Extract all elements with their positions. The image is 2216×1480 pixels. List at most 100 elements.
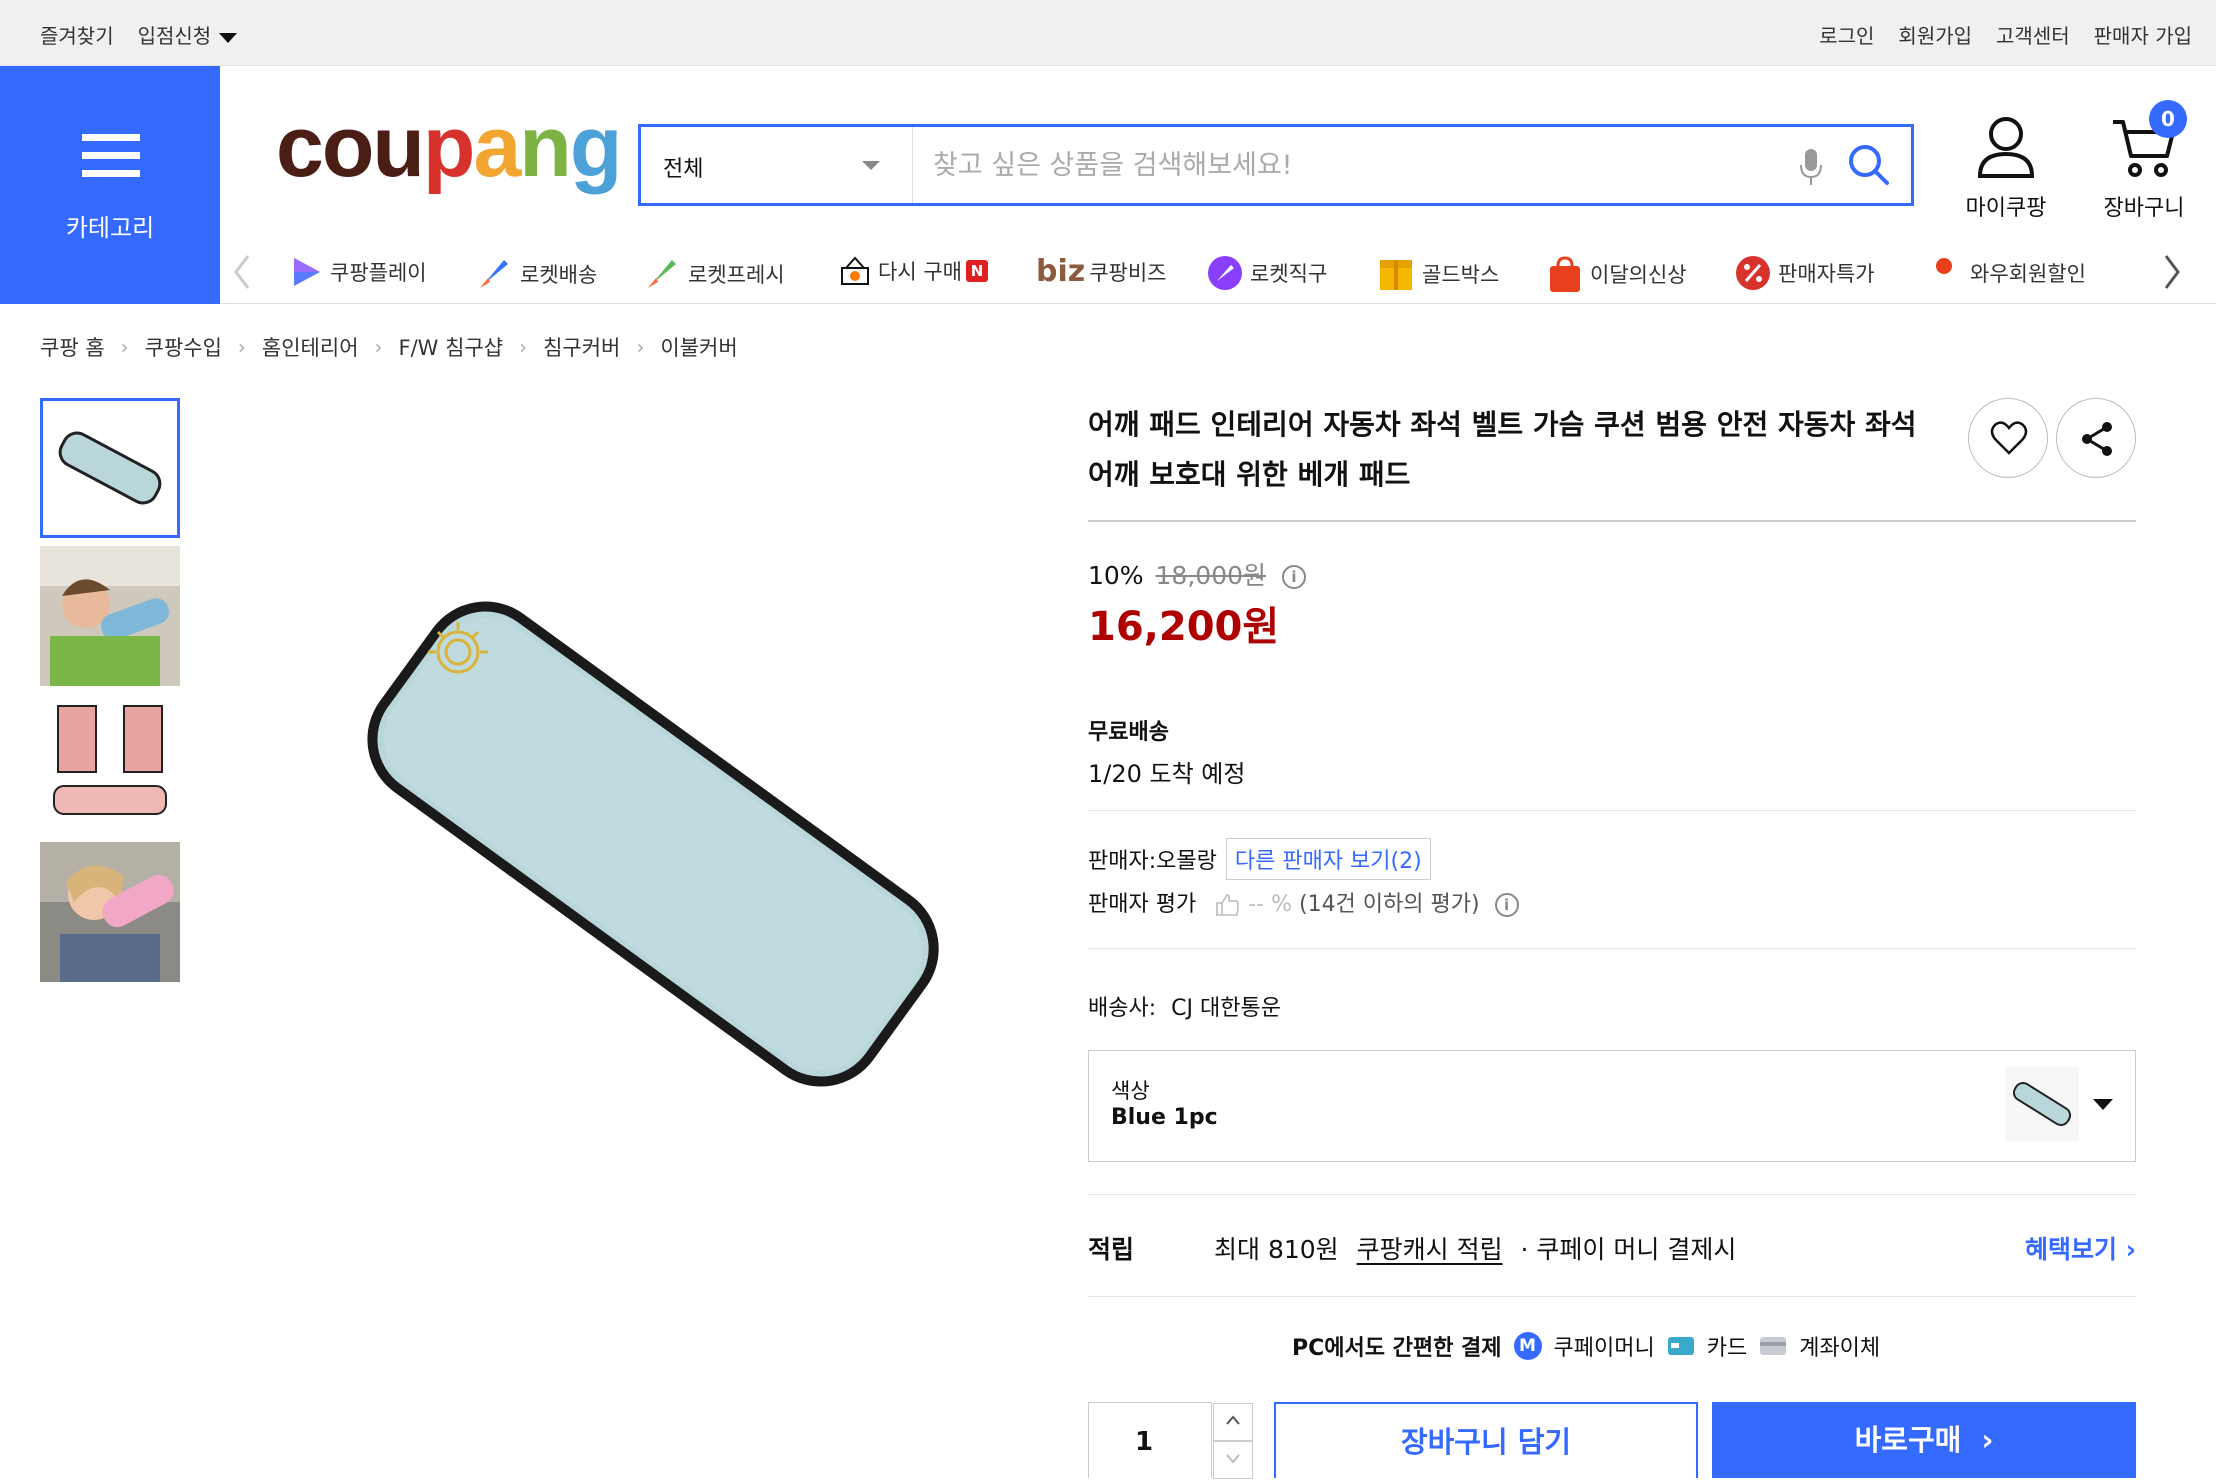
chevron-right-icon: › bbox=[237, 335, 246, 359]
breadcrumb-item[interactable]: 쿠팡수입 bbox=[145, 332, 222, 362]
thumbnail-3[interactable] bbox=[40, 694, 180, 834]
quantity-increase-button[interactable] bbox=[1213, 1403, 1253, 1441]
seller-prefix: 판매자: bbox=[1088, 849, 1157, 874]
bank-transfer-icon bbox=[1760, 1337, 1787, 1355]
wishlist-button[interactable] bbox=[1968, 398, 2048, 478]
thumbnail-2[interactable] bbox=[40, 546, 180, 686]
breadcrumb-item[interactable]: F/W 침구샵 bbox=[399, 332, 504, 362]
cart-button[interactable]: 0 장바구니 bbox=[2094, 100, 2194, 222]
original-price: 18,000원 bbox=[1155, 561, 1267, 590]
thumbnail-1[interactable] bbox=[40, 398, 180, 538]
quantity-value[interactable]: 1 bbox=[1089, 1427, 1213, 1457]
nav-item-wow-discount[interactable]: 와우회원할인 bbox=[1924, 254, 2086, 292]
option-label: 색상 bbox=[1111, 1079, 1150, 1103]
benefit-label: 혜택보기 bbox=[2024, 1235, 2117, 1264]
nav-item-coupang-play[interactable]: 쿠팡플레이 bbox=[288, 254, 427, 290]
option-value: Blue 1pc bbox=[1111, 1105, 1218, 1130]
info-icon[interactable]: i bbox=[1494, 893, 1519, 917]
pay-card-label: 카드 bbox=[1706, 1336, 1748, 1361]
chevron-right-icon: › bbox=[120, 335, 129, 359]
pillow-thumbnail-image bbox=[43, 401, 177, 535]
my-coupang-button[interactable]: 마이쿠팡 bbox=[1956, 116, 2056, 222]
nav-next-arrow-icon[interactable] bbox=[2160, 252, 2184, 292]
service-nav: 쿠팡플레이 로켓배송 로켓프레시 다시 구매 N biz 쿠팡비즈 로켓직구 골… bbox=[230, 246, 2216, 296]
reward-label: 적립 bbox=[1088, 1235, 1135, 1264]
nav-item-rocket-delivery[interactable]: 로켓배송 bbox=[474, 254, 597, 294]
percent-icon bbox=[1736, 256, 1770, 290]
cart-label: 장바구니 bbox=[2103, 196, 2185, 221]
benefit-view-link[interactable]: 혜택보기 › bbox=[2025, 1230, 2136, 1266]
section-divider bbox=[1088, 948, 2136, 949]
info-icon[interactable]: i bbox=[1281, 565, 1306, 589]
nav-item-label: 로켓직구 bbox=[1250, 262, 1328, 286]
reward-amount: 최대 810원 bbox=[1214, 1235, 1339, 1264]
caret-down-icon bbox=[219, 32, 238, 43]
card-icon bbox=[1667, 1337, 1694, 1355]
discount-row: 10% 18,000원 i bbox=[1088, 556, 1306, 592]
search-input[interactable] bbox=[933, 145, 1783, 185]
share-icon bbox=[2082, 422, 2112, 456]
microphone-icon[interactable] bbox=[1799, 147, 1823, 191]
new-bag-icon bbox=[1550, 256, 1580, 292]
seatbelt-pillow-image bbox=[367, 601, 939, 1087]
store-apply-menu[interactable]: 입점신청 bbox=[138, 20, 238, 49]
other-sellers-button[interactable]: 다른 판매자 보기(2) bbox=[1225, 838, 1431, 880]
goldbox-icon bbox=[1380, 260, 1412, 290]
shipping-label: 무료배송 bbox=[1088, 720, 1169, 745]
rocket-global-icon bbox=[1208, 256, 1242, 290]
search-category-value: 전체 bbox=[663, 157, 704, 182]
nav-item-label: 로켓배송 bbox=[520, 263, 598, 287]
pink-pillow-open-image bbox=[40, 694, 180, 834]
login-link[interactable]: 로그인 bbox=[1819, 20, 1874, 49]
new-badge: N bbox=[965, 260, 988, 282]
pay-money-label: 쿠페이머니 bbox=[1553, 1336, 1655, 1361]
nav-item-coupang-biz[interactable]: biz 쿠팡비즈 bbox=[1036, 254, 1167, 289]
customer-center-link[interactable]: 고객센터 bbox=[1996, 20, 2070, 49]
nav-item-rocket-fresh[interactable]: 로켓프레시 bbox=[642, 254, 785, 294]
nav-item-rocket-global[interactable]: 로켓직구 bbox=[1206, 254, 1327, 292]
main-product-image bbox=[296, 540, 1016, 1144]
nav-item-label: 판매자특가 bbox=[1778, 262, 1875, 286]
breadcrumb-item[interactable]: 홈인테리어 bbox=[262, 332, 359, 362]
breadcrumb-item[interactable]: 이불커버 bbox=[660, 332, 737, 362]
rocket-fresh-icon bbox=[648, 260, 676, 288]
coupang-logo[interactable]: coupang bbox=[276, 104, 622, 190]
share-button[interactable] bbox=[2056, 398, 2136, 478]
search-category-select[interactable]: 전체 bbox=[641, 127, 913, 203]
nav-item-goldbox[interactable]: 골드박스 bbox=[1376, 254, 1499, 294]
chevron-right-icon: › bbox=[2125, 1235, 2136, 1264]
quantity-decrease-button[interactable] bbox=[1213, 1441, 1253, 1479]
product-title: 어깨 패드 인테리어 자동차 좌석 벨트 가슴 쿠션 범용 안전 자동차 좌석 … bbox=[1088, 408, 1917, 491]
nav-item-label: 쿠팡비즈 bbox=[1089, 260, 1167, 285]
top-utility-bar: 즐겨찾기 입점신청 로그인 회원가입 고객센터 판매자 가입 bbox=[0, 0, 2216, 66]
store-apply-label: 입점신청 bbox=[137, 24, 212, 48]
nav-item-seller-deals[interactable]: 판매자특가 bbox=[1734, 254, 1875, 292]
signup-link[interactable]: 회원가입 bbox=[1898, 20, 1972, 49]
breadcrumb-item[interactable]: 쿠팡 홈 bbox=[40, 332, 105, 362]
add-to-cart-button[interactable]: 장바구니 담기 bbox=[1274, 1402, 1698, 1478]
nav-item-new-arrivals[interactable]: 이달의신상 bbox=[1546, 254, 1687, 294]
discount-rate: 10% bbox=[1088, 561, 1144, 590]
search-icon[interactable] bbox=[1847, 143, 1891, 191]
coupang-cash-link[interactable]: 쿠팡캐시 적립 bbox=[1357, 1235, 1503, 1264]
buy-now-button[interactable]: 바로구매 › bbox=[1712, 1402, 2136, 1478]
pay-bank-label: 계좌이체 bbox=[1799, 1336, 1881, 1361]
breadcrumb-item[interactable]: 침구커버 bbox=[543, 332, 620, 362]
seller-row: 판매자:오몰랑 다른 판매자 보기(2) bbox=[1088, 838, 1431, 880]
carrier-label: 배송사: bbox=[1088, 996, 1157, 1021]
chevron-right-icon: › bbox=[374, 335, 383, 359]
reward-detail: 최대 810원 쿠팡캐시 적립 · 쿠페이 머니 결제시 bbox=[1214, 1230, 1736, 1266]
thumbnail-4[interactable] bbox=[40, 842, 180, 982]
bookmark-link[interactable]: 즐겨찾기 bbox=[40, 20, 114, 49]
cart-count-badge: 0 bbox=[2149, 100, 2187, 138]
category-button[interactable]: 카테고리 bbox=[0, 66, 220, 304]
seller-signup-link[interactable]: 판매자 가입 bbox=[2094, 20, 2192, 49]
chevron-right-icon: › bbox=[519, 335, 528, 359]
nav-prev-arrow-icon[interactable] bbox=[230, 252, 254, 292]
carrier-name: CJ 대한통운 bbox=[1171, 996, 1281, 1021]
rocket-icon bbox=[480, 260, 508, 288]
nav-item-rebuy[interactable]: 다시 구매 N bbox=[838, 254, 988, 288]
color-option-select[interactable]: 색상 Blue 1pc bbox=[1088, 1050, 2136, 1162]
nav-item-label: 이달의신상 bbox=[1590, 263, 1687, 287]
seller-rating-value: -- % bbox=[1248, 892, 1292, 917]
